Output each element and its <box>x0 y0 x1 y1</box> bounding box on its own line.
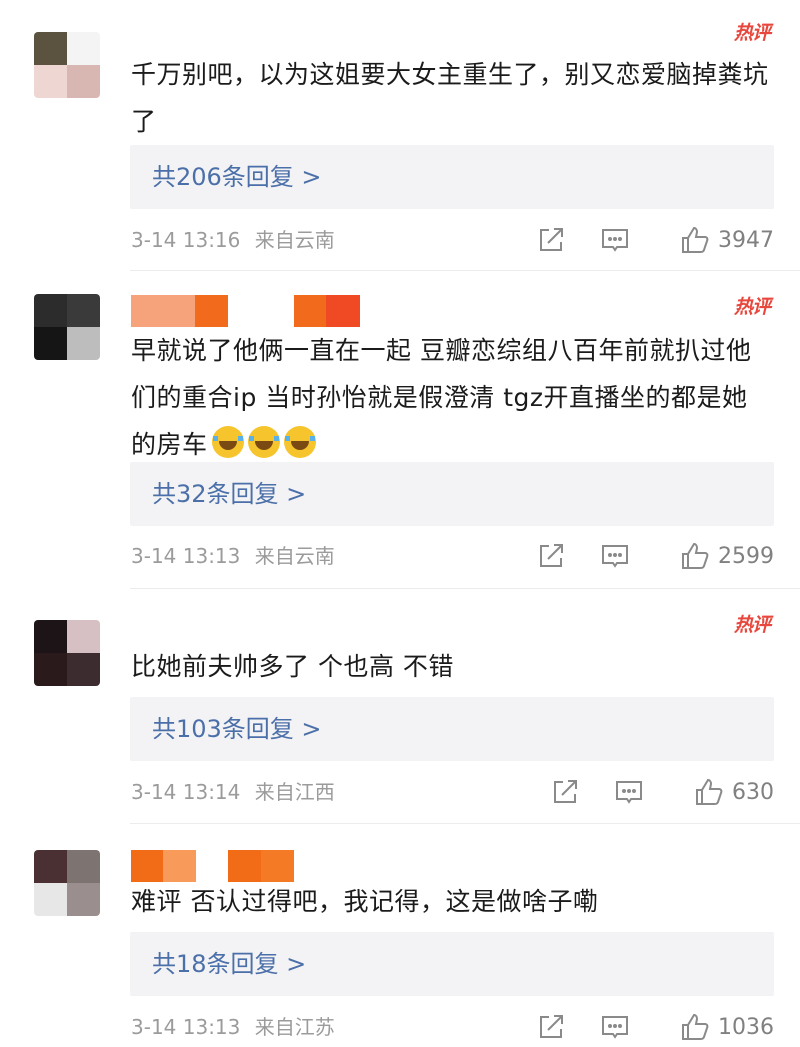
comment-time: 3-14 13:16 <box>131 228 241 252</box>
comment-location: 来自江西 <box>254 780 335 804</box>
share-icon[interactable] <box>536 1012 566 1042</box>
hot-comment-badge: 热评 <box>733 614 771 636</box>
comment-icon[interactable] <box>600 1012 630 1042</box>
hot-comment-badge: 热评 <box>733 22 771 44</box>
like-count: 1036 <box>718 1014 774 1040</box>
replies-link[interactable]: 共32条回复 > <box>130 462 774 526</box>
divider <box>130 588 800 589</box>
avatar[interactable] <box>34 294 100 360</box>
avatar[interactable] <box>34 32 100 98</box>
comment-icon[interactable] <box>600 541 630 571</box>
share-icon[interactable] <box>536 541 566 571</box>
redaction-block <box>294 295 326 327</box>
crying-laugh-emoji <box>247 426 280 458</box>
replies-link[interactable]: 共18条回复 > <box>130 932 774 996</box>
replies-link[interactable]: 共103条回复 > <box>130 697 774 761</box>
comment-meta: 3-14 13:13 来自江苏 <box>131 1012 335 1042</box>
crying-laugh-emoji <box>211 426 244 458</box>
redaction-block <box>131 295 195 327</box>
like-icon[interactable] <box>680 541 710 571</box>
comment-text: 比她前夫帅多了 个也高 不错 <box>131 652 454 681</box>
comment-actions: 1036 <box>536 1012 774 1042</box>
divider <box>130 270 800 271</box>
comment-text: 早就说了他俩一直在一起 豆瓣恋综组八百年前就扒过他们的重合ip 当时孙怡就是假澄… <box>131 327 771 468</box>
comment-time: 3-14 13:14 <box>131 780 241 804</box>
hot-comment-badge: 热评 <box>733 296 771 318</box>
comment-icon[interactable] <box>600 225 630 255</box>
avatar-tile <box>34 883 67 916</box>
like-count: 2599 <box>718 543 774 569</box>
avatar-tile <box>67 327 100 360</box>
avatar-tile <box>34 653 67 686</box>
avatar-tile <box>67 65 100 98</box>
avatar[interactable] <box>34 850 100 916</box>
redaction-block <box>326 295 360 327</box>
avatar-tile <box>34 620 67 653</box>
share-icon[interactable] <box>550 777 580 807</box>
avatar-tile <box>34 294 67 327</box>
avatar-tile <box>34 65 67 98</box>
comment-actions: 630 <box>550 777 774 807</box>
like-count: 630 <box>732 779 774 805</box>
avatar-tile <box>67 32 100 65</box>
avatar-tile <box>67 883 100 916</box>
avatar-tile <box>67 294 100 327</box>
avatar-tile <box>34 32 67 65</box>
comment-text: 难评 否认过得吧，我记得，这是做啥子嘞 <box>131 887 599 916</box>
avatar-tile <box>67 620 100 653</box>
comment-text: 千万别吧，以为这姐要大女主重生了，别又恋爱脑掉粪坑了 <box>131 60 769 136</box>
comment-location: 来自江苏 <box>254 1015 335 1039</box>
username-redacted[interactable] <box>131 295 360 327</box>
comment-actions: 3947 <box>536 225 774 255</box>
redaction-block <box>228 295 294 327</box>
replies-link[interactable]: 共206条回复 > <box>130 145 774 209</box>
comment-actions: 2599 <box>536 541 774 571</box>
avatar-tile <box>34 327 67 360</box>
like-icon[interactable] <box>680 1012 710 1042</box>
comment-location: 来自云南 <box>254 544 335 568</box>
avatar-tile <box>67 850 100 883</box>
comment-meta: 3-14 13:13 来自云南 <box>131 541 335 571</box>
like-count: 3947 <box>718 227 774 253</box>
divider <box>130 823 800 824</box>
comment-time: 3-14 13:13 <box>131 1015 241 1039</box>
comment-time: 3-14 13:13 <box>131 544 241 568</box>
like-icon[interactable] <box>680 225 710 255</box>
avatar[interactable] <box>34 620 100 686</box>
crying-laugh-emoji <box>283 426 316 458</box>
comment-location: 来自云南 <box>254 228 335 252</box>
avatar-tile <box>67 653 100 686</box>
comment-icon[interactable] <box>614 777 644 807</box>
share-icon[interactable] <box>536 225 566 255</box>
avatar-tile <box>34 850 67 883</box>
redaction-block <box>195 295 228 327</box>
like-icon[interactable] <box>694 777 724 807</box>
comment-meta: 3-14 13:14 来自江西 <box>131 777 335 807</box>
comment-meta: 3-14 13:16 来自云南 <box>131 225 335 255</box>
